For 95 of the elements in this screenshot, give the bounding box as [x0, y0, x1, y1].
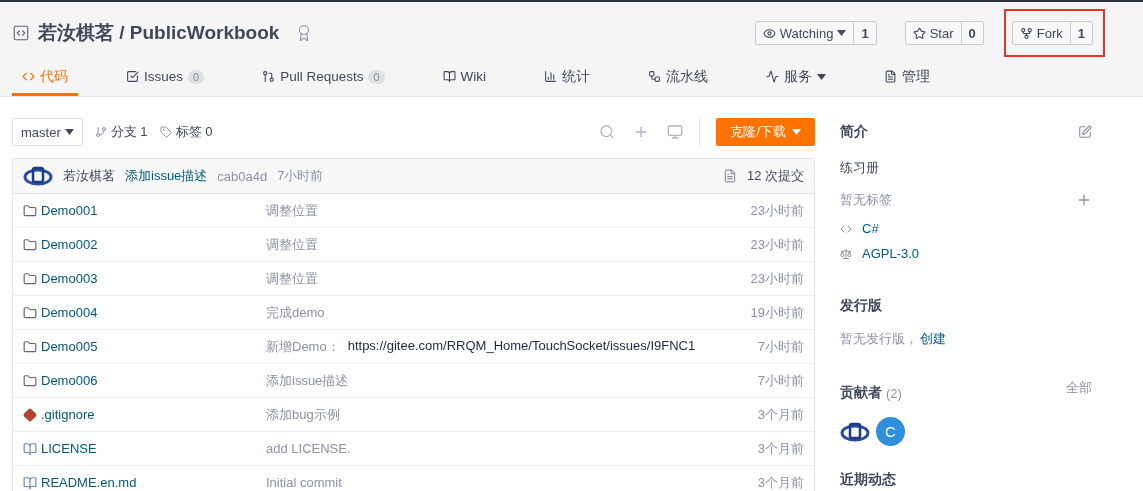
edit-icon[interactable] — [1078, 125, 1092, 139]
commit-message: add LICENSE. — [266, 441, 351, 456]
tags-empty-text: 暂无标签 — [840, 191, 892, 209]
repository-title: 若汝棋茗 / PublicWorkbook — [38, 21, 280, 45]
count-badge: 0 — [368, 69, 385, 84]
commit-time: 23小时前 — [749, 269, 804, 288]
commit-time: 23小时前 — [749, 201, 804, 220]
book-icon — [23, 441, 37, 456]
commit-author: 若汝棋茗 — [63, 167, 115, 185]
plus-icon[interactable] — [1076, 192, 1092, 208]
commit-time: 7小时前 — [756, 371, 804, 390]
commit-message: 完成demo — [266, 303, 325, 322]
branches-link[interactable]: 分支 1 — [110, 123, 148, 141]
tag-icon — [159, 126, 172, 138]
file-name-link[interactable]: .gitignore — [41, 407, 95, 422]
section-title: 简介 — [840, 123, 868, 141]
commit-time: 3个月前 — [756, 405, 804, 424]
tab[interactable]: 管理 — [874, 64, 941, 96]
contributor-count: (2) — [886, 385, 902, 401]
tags-link[interactable]: 标签 0 — [175, 123, 213, 141]
commits-link[interactable]: 12 次提交 — [746, 167, 804, 185]
repository-description: 练习册 — [840, 159, 879, 177]
fork-button[interactable]: Fork 1 — [1011, 21, 1093, 45]
folder-icon — [23, 305, 37, 320]
tab[interactable]: 服务 — [756, 64, 837, 96]
pipeline-icon — [648, 70, 662, 83]
services-icon — [766, 70, 780, 83]
folder-icon — [23, 271, 37, 286]
fork-icon — [1019, 26, 1033, 40]
stats-icon — [544, 70, 558, 83]
tab[interactable]: Wiki — [432, 64, 497, 96]
branch-icon — [94, 126, 107, 138]
book-icon — [23, 475, 37, 490]
eye-icon — [762, 26, 776, 40]
wiki-icon — [442, 70, 456, 83]
commit-message: 调整位置 — [266, 269, 318, 288]
tab[interactable]: 流水线 — [638, 64, 719, 96]
tab[interactable]: Pull Requests 0 — [252, 64, 395, 96]
document-icon — [722, 169, 737, 183]
file-name-link[interactable]: Demo003 — [41, 271, 98, 286]
caret-icon — [817, 73, 827, 80]
commit-time: 19小时前 — [749, 303, 804, 322]
commit-time: 7小时前 — [277, 167, 324, 185]
code-icon — [22, 70, 35, 83]
commit-message: Initial commit — [266, 475, 342, 490]
search-icon[interactable] — [599, 124, 616, 140]
commit-time: 3个月前 — [756, 473, 804, 491]
branch-select[interactable]: master — [12, 118, 83, 146]
section-title: 近期动态 — [840, 471, 896, 489]
caret-icon — [792, 129, 801, 135]
releases-empty-text: 暂无发行版， — [840, 329, 918, 348]
commit-time: 3个月前 — [756, 439, 804, 458]
create-release-link[interactable]: 创建 — [920, 329, 946, 348]
tab[interactable]: Issues 0 — [116, 64, 215, 96]
file-name-link[interactable]: README.en.md — [41, 475, 137, 490]
tab[interactable]: 统计 — [534, 64, 601, 96]
caret-icon — [64, 129, 74, 135]
manage-icon — [884, 70, 898, 83]
avatar-logo-icon — [23, 165, 53, 187]
license-type-link[interactable]: AGPL-3.0 — [862, 246, 920, 261]
folder-icon — [23, 373, 37, 388]
file-name-link[interactable]: Demo006 — [41, 373, 98, 388]
file-name-link[interactable]: Demo002 — [41, 237, 98, 252]
file-name-link[interactable]: Demo001 — [41, 203, 98, 218]
repository-icon — [12, 24, 30, 42]
commit-message: 新增Demo： — [266, 337, 340, 356]
commit-hash: cab0a4d — [217, 168, 268, 184]
watch-button[interactable]: Watching 1 — [754, 21, 877, 45]
folder-icon — [23, 203, 37, 218]
avatar-logo-icon — [840, 420, 870, 443]
commit-message: 调整位置 — [266, 235, 318, 254]
scale-icon — [840, 247, 852, 260]
commit-time: 7小时前 — [756, 337, 804, 356]
section-title: 贡献者 — [840, 384, 882, 402]
issues-icon — [126, 70, 139, 83]
caret-icon — [837, 30, 847, 36]
language-link[interactable]: C# — [862, 221, 879, 236]
star-icon — [912, 26, 926, 40]
commit-message: 调整位置 — [266, 201, 318, 220]
star-button[interactable]: Star 0 — [904, 21, 984, 45]
commit-message: 添加issue描述 — [266, 371, 349, 390]
monitor-icon[interactable] — [667, 124, 684, 140]
file-name-link[interactable]: Demo005 — [41, 339, 98, 354]
section-title: 发行版 — [840, 297, 882, 315]
git-icon — [23, 407, 37, 422]
issue-link[interactable]: https://gitee.com/RRQM_Home/TouchSocket/issues/I9FNC1 — [347, 337, 696, 356]
commit-time: 23小时前 — [749, 235, 804, 254]
pulls-icon — [262, 70, 276, 83]
commit-message-link[interactable]: 添加issue描述 — [125, 167, 208, 185]
count-badge: 0 — [188, 69, 205, 84]
file-name-link[interactable]: LICENSE — [41, 441, 97, 456]
commit-message: 添加bug示例 — [266, 405, 340, 424]
file-name-link[interactable]: Demo004 — [41, 305, 98, 320]
folder-icon — [23, 339, 37, 354]
folder-icon — [23, 237, 37, 252]
